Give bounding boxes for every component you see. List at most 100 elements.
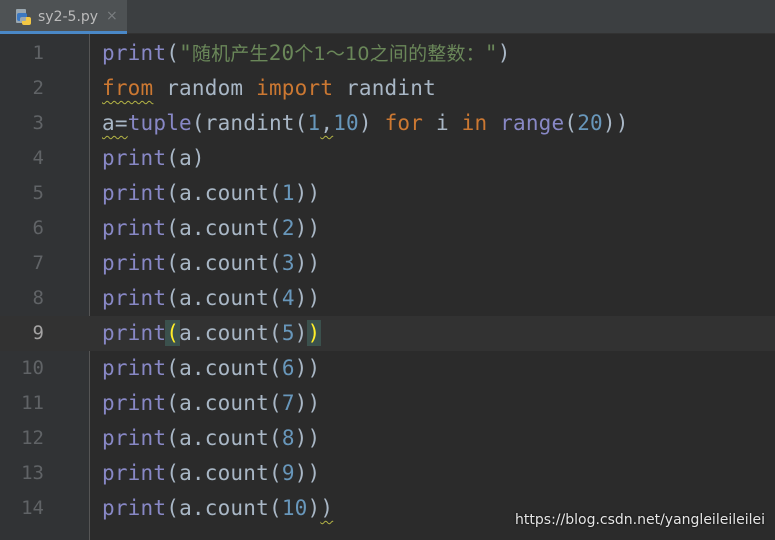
token-lparen: (: [268, 251, 282, 275]
line-number: 6: [32, 217, 44, 239]
string-quote: ": [484, 41, 498, 65]
token-comma: ,: [320, 111, 334, 135]
token-name: a.count: [179, 356, 269, 380]
token-rparen: ): [307, 286, 321, 310]
token-print: print: [102, 41, 167, 65]
line-number: 14: [21, 497, 44, 519]
token-module: random: [166, 76, 244, 100]
token-rparen: ): [497, 41, 511, 65]
token-rparen: ): [320, 496, 334, 520]
line-number: 12: [21, 427, 44, 449]
token-lparen: (: [268, 391, 282, 415]
token-print: print: [102, 321, 167, 345]
token-lparen: (: [166, 461, 180, 485]
code-line-10: 10 print(a.count(6)): [0, 351, 775, 386]
token-rparen: ): [307, 426, 321, 450]
token-name: a.count: [179, 181, 269, 205]
line-number: 2: [32, 77, 44, 99]
token-lparen: (: [191, 111, 205, 135]
token-rparen: ): [294, 391, 308, 415]
token-number: 6: [281, 356, 295, 380]
token-print: print: [102, 356, 167, 380]
token-rparen: ): [307, 356, 321, 380]
code-text: print(a.count(3)): [102, 246, 320, 281]
token-rparen: ): [307, 181, 321, 205]
token-name: a.count: [179, 461, 269, 485]
token-number: 2: [281, 216, 295, 240]
close-icon[interactable]: ×: [106, 7, 118, 25]
token-lparen: (: [166, 41, 180, 65]
token-print: print: [102, 216, 167, 240]
code-text: print(a.count(2)): [102, 211, 320, 246]
string-text: 个1～10之间的整数：: [294, 43, 485, 65]
watermark: https://blog.csdn.net/yangleileileilei: [515, 512, 765, 528]
token-lparen: (: [268, 461, 282, 485]
token-number: 20: [577, 111, 603, 135]
token-number: 3: [281, 251, 295, 275]
line-number: 13: [21, 462, 44, 484]
code-line-9-current: 9 print(a.count(5)): [0, 316, 775, 351]
token-rparen: ): [615, 111, 629, 135]
token-lparen: (: [166, 181, 180, 205]
line-number: 8: [32, 287, 44, 309]
token-rparen: ): [307, 216, 321, 240]
token-import: import: [256, 76, 334, 100]
token-number: 10: [333, 111, 359, 135]
code-line-11: 11 print(a.count(7)): [0, 386, 775, 421]
token-assign: a=: [102, 111, 128, 135]
token-name: a.count: [179, 321, 269, 345]
code-text: a=tuple(randint(1,10) for i in range(20)…: [102, 106, 629, 141]
code-text: print("随机产生20个1～10之间的整数："): [102, 36, 511, 72]
token-lparen: (: [166, 216, 180, 240]
token-lparen: (: [268, 496, 282, 520]
token-lparen: (: [268, 181, 282, 205]
code-editor[interactable]: 1 print("随机产生20个1～10之间的整数：") 2 from rand…: [0, 34, 775, 540]
token-name: i: [435, 111, 449, 135]
token-lparen: (: [294, 111, 308, 135]
tab-filename: sy2-5.py: [38, 9, 99, 25]
token-number: 10: [281, 496, 308, 520]
token-rparen: ): [294, 461, 308, 485]
token-number: 4: [281, 286, 295, 310]
token-for: for: [384, 111, 424, 135]
token-print: print: [102, 286, 167, 310]
token-range: range: [500, 111, 565, 135]
token-lparen: (: [166, 356, 180, 380]
token-print: print: [102, 426, 167, 450]
code-text: print(a.count(1)): [102, 176, 320, 211]
token-lparen: (: [564, 111, 578, 135]
python-file-icon: [16, 9, 31, 25]
token-in: in: [461, 111, 488, 135]
token-lparen: (: [166, 496, 180, 520]
code-line-12: 12 print(a.count(8)): [0, 421, 775, 456]
editor-tab-bar: sy2-5.py ×: [0, 0, 775, 34]
token-rparen: ): [307, 251, 321, 275]
code-line-1: 1 print("随机产生20个1～10之间的整数："): [0, 36, 775, 71]
code-text: from random import randint: [102, 71, 436, 106]
token-lparen: (: [268, 286, 282, 310]
line-number: 10: [21, 357, 44, 379]
token-lparen: (: [268, 216, 282, 240]
token-name: a.count: [179, 216, 269, 240]
token-lparen: (: [166, 426, 180, 450]
token-lparen: (: [166, 286, 180, 310]
token-lparen: (: [268, 426, 282, 450]
token-rparen: ): [294, 356, 308, 380]
tab-sy2-5-py[interactable]: sy2-5.py ×: [0, 0, 127, 34]
code-line-8: 8 print(a.count(4)): [0, 281, 775, 316]
string-literal: "随机产生20个1～10之间的整数：": [179, 41, 498, 65]
code-line-2: 2 from random import randint: [0, 71, 775, 106]
code-line-4: 4 print(a): [0, 141, 775, 176]
code-line-7: 7 print(a.count(3)): [0, 246, 775, 281]
token-rparen: ): [294, 286, 308, 310]
string-text: 20: [268, 41, 295, 65]
token-number: 8: [281, 426, 295, 450]
token-lparen: (: [268, 356, 282, 380]
code-text: print(a.count(7)): [102, 386, 320, 421]
token-name: randint: [204, 111, 295, 135]
token-tuple: tuple: [127, 111, 192, 135]
token-print: print: [102, 496, 167, 520]
token-print: print: [102, 391, 167, 415]
code-line-13: 13 print(a.count(9)): [0, 456, 775, 491]
token-rparen: ): [358, 111, 372, 135]
